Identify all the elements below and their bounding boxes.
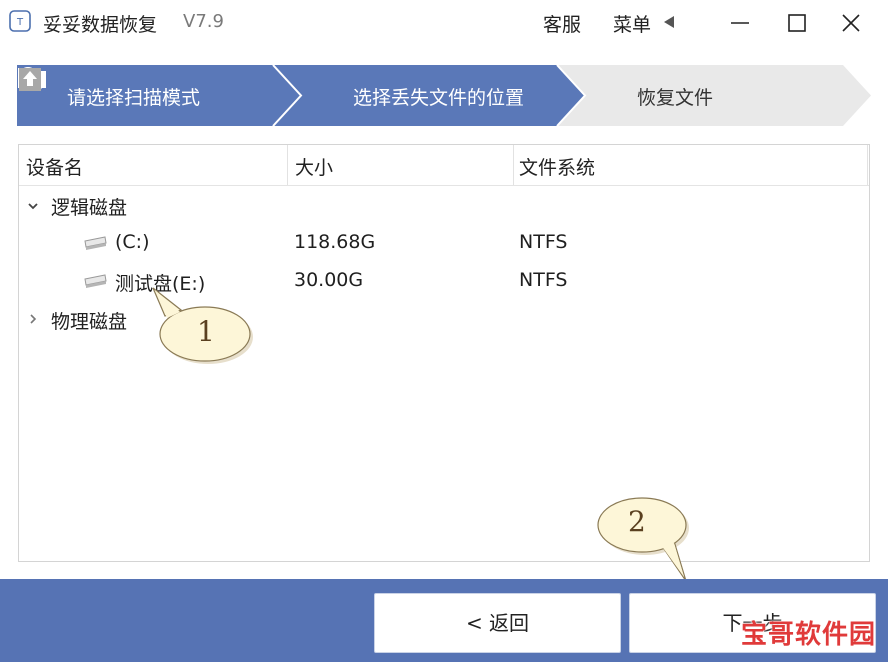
app-logo-icon: T [9, 10, 31, 32]
maximize-button[interactable] [780, 6, 814, 40]
column-divider[interactable] [287, 145, 288, 185]
callout-number: 1 [197, 315, 215, 348]
device-filesystem: NTFS [519, 231, 568, 253]
title-bar: T 妥妥数据恢复 V7.9 客服 菜单 [0, 0, 888, 46]
step-3-shape [557, 65, 871, 126]
step-2-label: 选择丢失文件的位置 [353, 87, 525, 109]
chevron-right-icon[interactable] [27, 313, 39, 325]
back-button[interactable]: < 返回 [374, 593, 621, 653]
step-3-label: 恢复文件 [637, 87, 714, 109]
column-header-device[interactable]: 设备名 [26, 153, 83, 180]
upload-icon [19, 68, 41, 91]
menu-button[interactable]: 菜单 [613, 10, 651, 37]
support-button[interactable]: 客服 [543, 10, 581, 37]
svg-text:T: T [16, 17, 24, 28]
chevron-down-icon[interactable] [27, 200, 39, 212]
callout-number: 2 [628, 505, 646, 538]
tree-group-label[interactable]: 物理磁盘 [51, 307, 127, 334]
callout-2: 2 [594, 493, 704, 585]
watermark: 宝哥软件园 [737, 609, 880, 651]
column-header-filesystem[interactable]: 文件系统 [519, 153, 595, 180]
drive-icon [84, 236, 107, 250]
step-1-label: 请选择扫描模式 [67, 87, 201, 109]
drive-icon [84, 274, 107, 288]
device-filesystem: NTFS [519, 269, 568, 291]
app-title: 妥妥数据恢复 [43, 14, 158, 36]
table-header: 设备名 大小 文件系统 [19, 145, 869, 186]
column-divider [867, 145, 868, 185]
device-name: (C:) [115, 231, 150, 253]
column-divider[interactable] [513, 145, 514, 185]
callout-1: 1 [147, 286, 257, 366]
tree-group-label[interactable]: 逻辑磁盘 [51, 193, 127, 220]
callout-bubble [597, 497, 689, 582]
wizard-steps: 请选择扫描模式 选择丢失文件的位置 恢复文件 [17, 65, 873, 126]
menu-caret-icon[interactable] [664, 16, 674, 28]
minimize-button[interactable] [723, 6, 757, 40]
close-button[interactable] [834, 6, 868, 40]
device-size: 118.68G [294, 231, 376, 253]
watermark-text: 宝哥软件园 [741, 620, 877, 650]
device-table: 设备名 大小 文件系统 逻辑磁盘 (C:) 118.68G NTFS 测试盘(E… [18, 144, 870, 562]
column-header-size[interactable]: 大小 [295, 153, 333, 180]
device-size: 30.00G [294, 269, 364, 291]
app-version: V7.9 [183, 11, 224, 32]
